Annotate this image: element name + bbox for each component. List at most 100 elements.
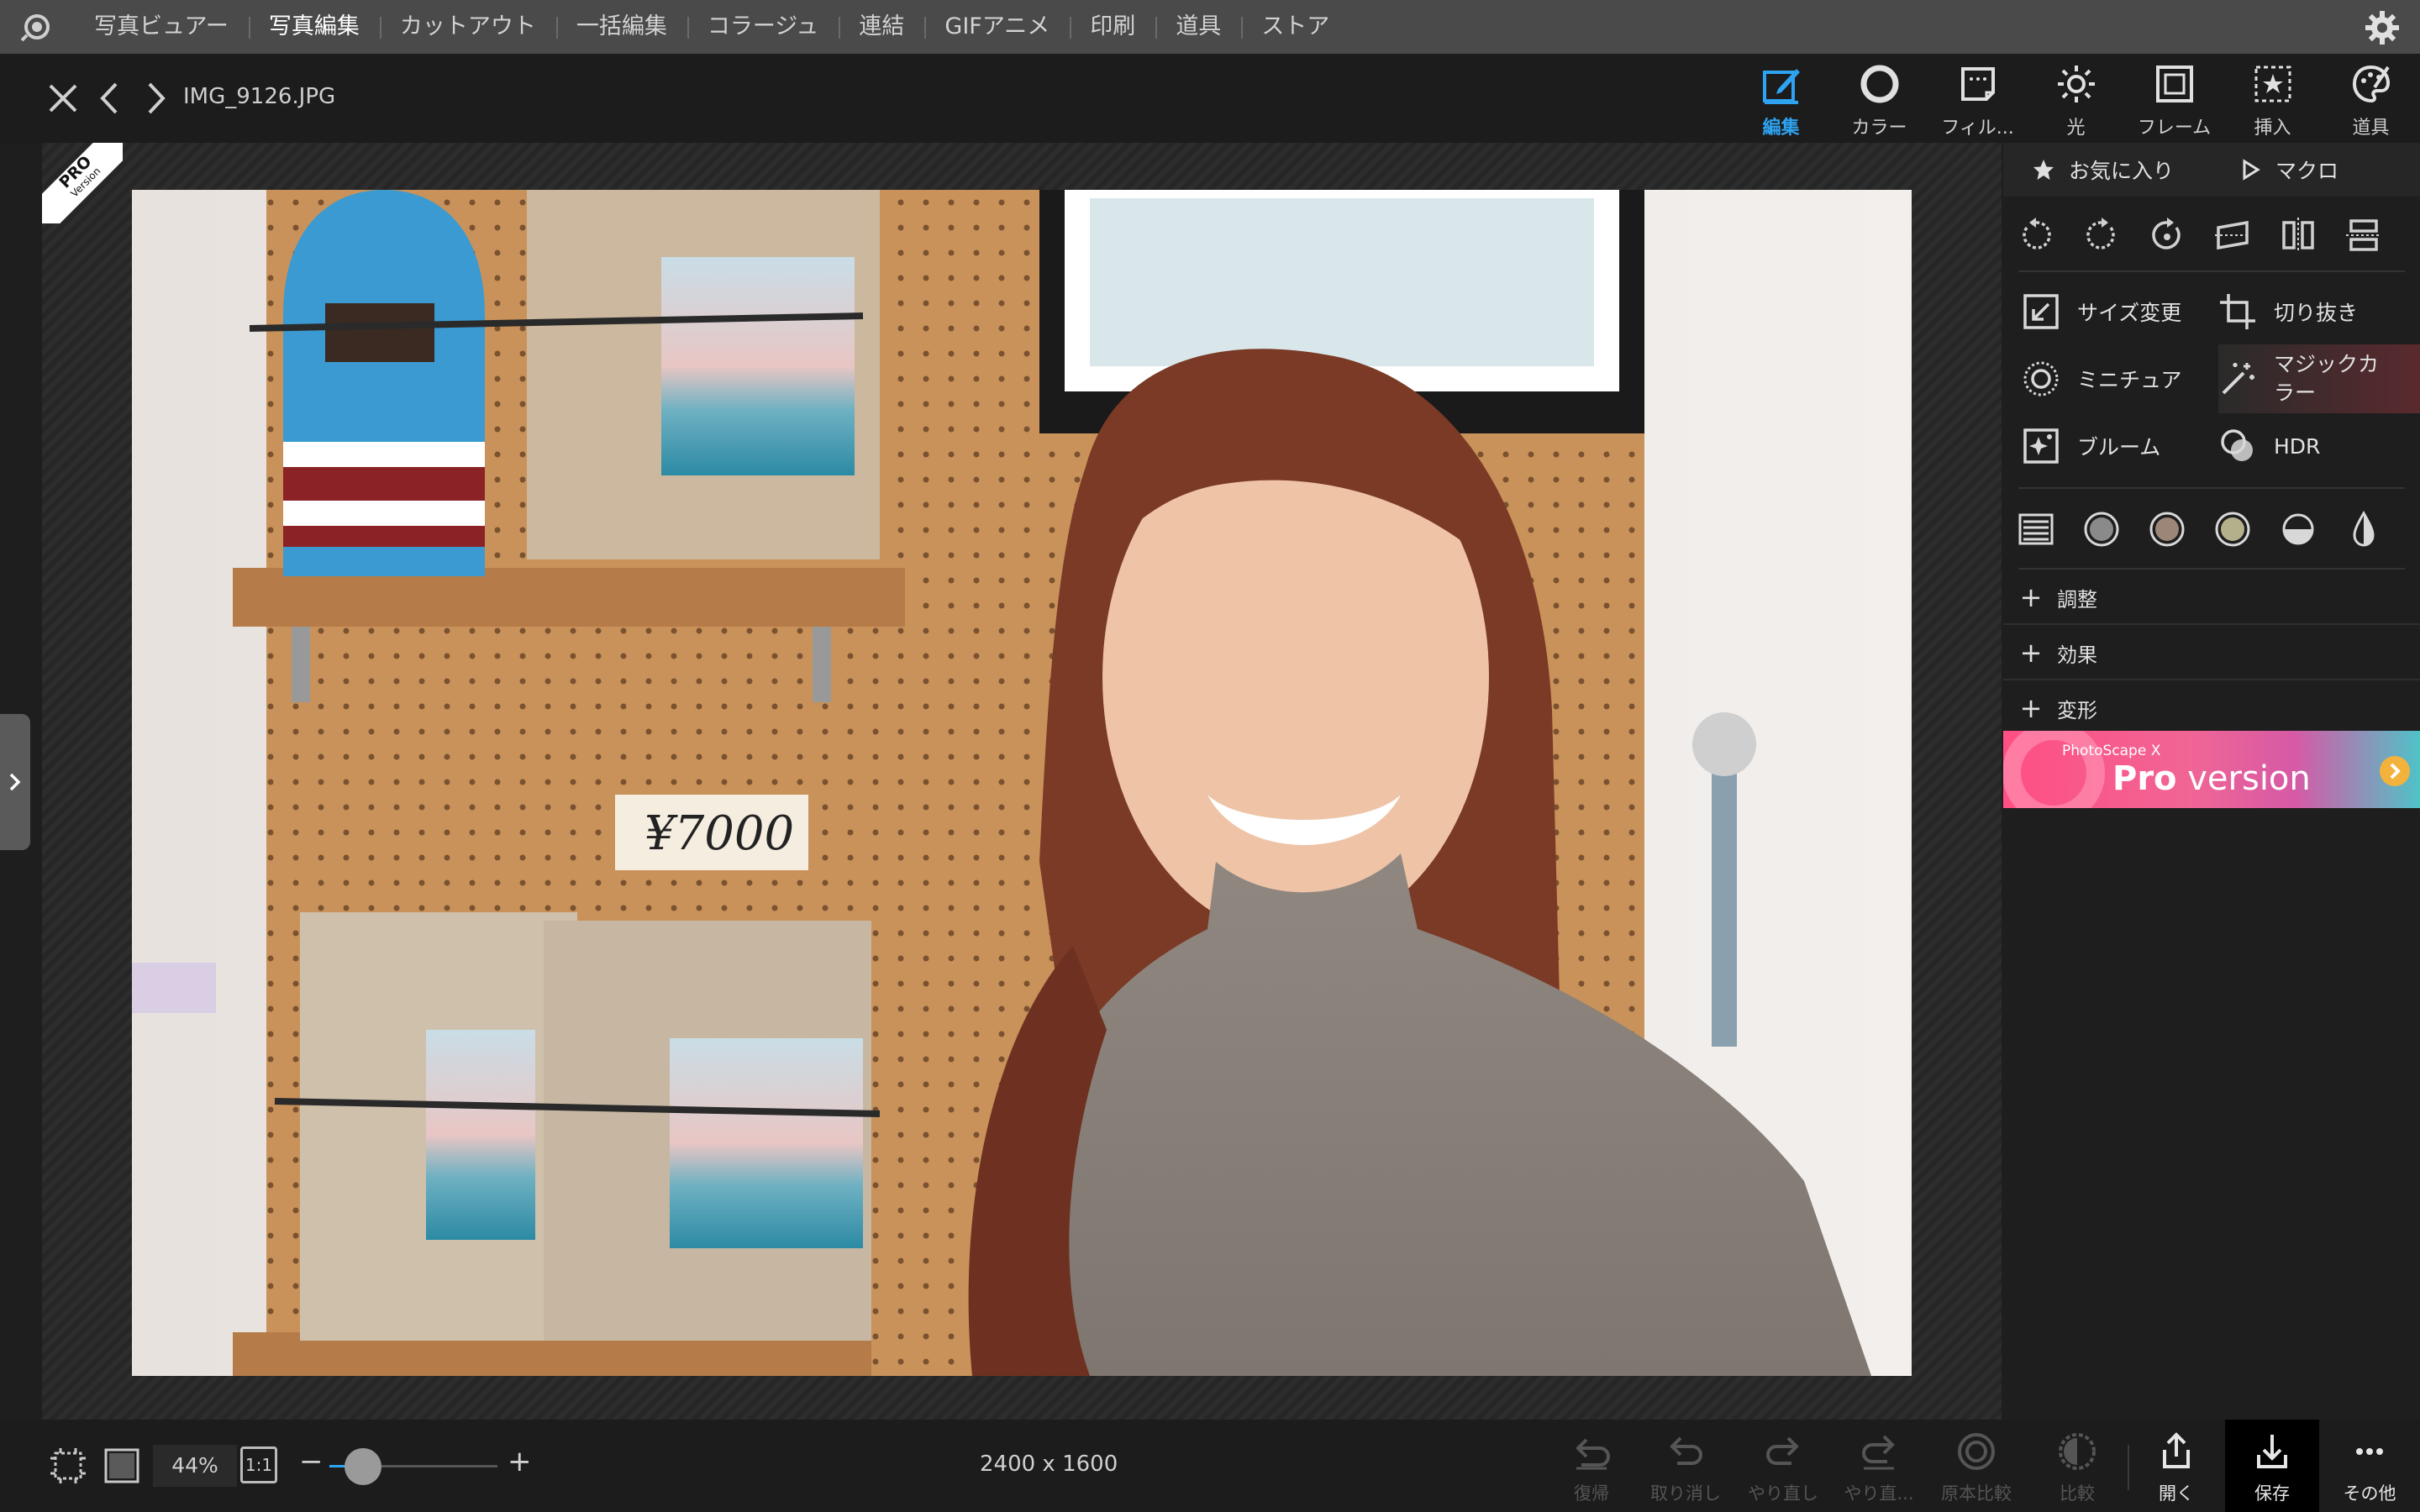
menu-collage[interactable]: コラージュ [687, 0, 839, 54]
crop-label: 切り抜き [2274, 301, 2359, 325]
star-box-icon [2254, 66, 2291, 102]
open-label: 開く [2159, 1483, 2194, 1504]
zoom-in-button[interactable]: + [508, 1445, 532, 1478]
tab-filter[interactable]: フィル... [1928, 54, 2027, 143]
rotate-cw-icon [2086, 218, 2115, 249]
filter-warm-button[interactable] [2200, 496, 2265, 563]
tab-insert[interactable]: 挿入 [2223, 54, 2322, 143]
more-button[interactable]: その他 [2323, 1420, 2417, 1512]
tab-label: 道具 [2352, 118, 2390, 139]
pro-version-banner[interactable]: PhotoScape X Pro version [2003, 731, 2420, 808]
share-upload-icon [2163, 1432, 2190, 1468]
flip-horizontal-button[interactable] [2265, 203, 2331, 267]
banner-pro: Pro [2112, 759, 2177, 798]
tab-label: フレーム [2137, 118, 2212, 139]
section-adjust[interactable]: + 調整 [2003, 571, 2420, 625]
compare-original-button[interactable]: 原本比較 [1929, 1420, 2023, 1512]
favorites-row: お気に入り マクロ [2003, 143, 2420, 197]
rotate-right-button[interactable] [2069, 203, 2134, 267]
section-effects[interactable]: + 効果 [2003, 627, 2420, 680]
background-pattern-icon[interactable] [103, 1446, 141, 1485]
menu-print[interactable]: 印刷 [1070, 0, 1155, 54]
undo-button[interactable]: 取り消し [1639, 1420, 1733, 1512]
open-button[interactable]: 開く [2129, 1420, 2223, 1512]
magic-color-button[interactable]: マジックカ ラー [2218, 344, 2420, 413]
miniature-button[interactable]: ミニチュア [2022, 348, 2215, 410]
price-tag-text: ¥7000 [644, 806, 794, 861]
chevron-left-icon[interactable] [89, 77, 131, 119]
banner-app-name: PhotoScape X [2062, 743, 2161, 759]
tab-label: フィル... [1941, 118, 2014, 139]
section-label: 調整 [2057, 587, 2097, 612]
tab-color[interactable]: カラー [1830, 54, 1928, 143]
resize-button[interactable]: サイズ変更 [2022, 281, 2215, 343]
gray-circle-icon [2084, 512, 2119, 547]
tab-tools[interactable]: 道具 [2322, 54, 2420, 143]
chevron-right-icon [9, 773, 21, 791]
compare-original-icon [1958, 1433, 1995, 1470]
zoom-level[interactable]: 44% [153, 1445, 237, 1487]
menu-batch[interactable]: 一括編集 [555, 0, 687, 54]
edit-panel: お気に入り マクロ サイズ変更 切り抜き ミニチュア マジックカ ラー ブルーム… [2003, 143, 2420, 1420]
gear-icon[interactable] [2363, 8, 2402, 47]
redo-button[interactable]: やり直し [1736, 1420, 1830, 1512]
image-canvas[interactable]: PRO Version ¥7000 [42, 143, 2002, 1420]
zoom-out-button[interactable]: − [299, 1445, 324, 1478]
compare-icon [2059, 1433, 2096, 1470]
rotate-ccw-icon [2023, 218, 2051, 249]
close-icon[interactable] [42, 77, 84, 119]
tab-frame[interactable]: フレーム [2125, 54, 2223, 143]
edit-tabs: 編集 カラー フィル... 光 フレーム 挿入 道具 [1732, 54, 2420, 143]
menu-combine[interactable]: 連結 [839, 0, 924, 54]
menu-photo-edit[interactable]: 写真編集 [248, 0, 380, 54]
crop-button[interactable]: 切り抜き [2218, 281, 2403, 343]
banner-version: version [2176, 759, 2311, 798]
compare-button[interactable]: 比較 [2030, 1420, 2124, 1512]
app-logo-icon[interactable] [0, 0, 74, 54]
menu-photo-viewer[interactable]: 写真ビュアー [74, 0, 249, 54]
sidebar-toggle[interactable] [0, 714, 30, 850]
redo-all-button[interactable]: やり直... [1832, 1420, 1926, 1512]
tab-light[interactable]: 光 [2027, 54, 2125, 143]
actual-size-button[interactable]: 1:1 [240, 1446, 277, 1483]
banner-arrow-icon [2380, 756, 2410, 786]
favorites-label: お気に入り [2069, 159, 2175, 183]
menu-store[interactable]: ストア [1241, 0, 1349, 54]
bloom-button[interactable]: ブルーム [2022, 415, 2215, 477]
tab-edit[interactable]: 編集 [1732, 54, 1830, 143]
zoom-slider-knob[interactable] [345, 1448, 381, 1485]
plus-icon: + [2019, 581, 2043, 613]
filter-card-icon [1960, 67, 1995, 101]
banner-title: Pro version [2112, 759, 2311, 798]
filter-gray-button[interactable] [2069, 496, 2134, 563]
chevron-right-icon[interactable] [134, 77, 176, 119]
menu-cutout[interactable]: カットアウト [379, 0, 556, 54]
selection-icon[interactable] [49, 1446, 87, 1485]
favorites-button[interactable]: お気に入り [2032, 143, 2174, 197]
menu-tools[interactable]: 道具 [1155, 0, 1241, 54]
flip-vertical-icon [2346, 219, 2381, 251]
compare-label: 比較 [2060, 1483, 2095, 1504]
filter-half-button[interactable] [2265, 496, 2331, 563]
undo-icon [1670, 1436, 1702, 1465]
macro-button[interactable]: マクロ [2238, 143, 2338, 197]
frame-icon [2155, 66, 2193, 102]
filter-sepia-button[interactable] [2134, 496, 2200, 563]
revert-icon [1576, 1438, 1610, 1470]
color-ring-icon [1860, 65, 1898, 103]
compare-original-label: 原本比較 [1941, 1483, 2012, 1504]
save-button[interactable]: 保存 [2225, 1420, 2319, 1512]
miniature-label: ミニチュア [2077, 368, 2182, 392]
hdr-button[interactable]: HDR [2218, 415, 2403, 477]
filter-drop-button[interactable] [2331, 496, 2396, 563]
flip-vertical-button[interactable] [2331, 203, 2396, 267]
revert-button[interactable]: 復帰 [1544, 1420, 1639, 1512]
menu-gif[interactable]: GIFアニメ [924, 0, 1070, 54]
filter-lines-button[interactable] [2003, 496, 2069, 563]
rotate-left-button[interactable] [2003, 203, 2069, 267]
straighten-button[interactable] [2200, 203, 2265, 267]
quick-filter-row [2003, 496, 2420, 563]
rotate-free-button[interactable] [2134, 203, 2200, 267]
hdr-circles-icon [2221, 429, 2253, 461]
section-transform[interactable]: + 変形 [2003, 682, 2420, 736]
